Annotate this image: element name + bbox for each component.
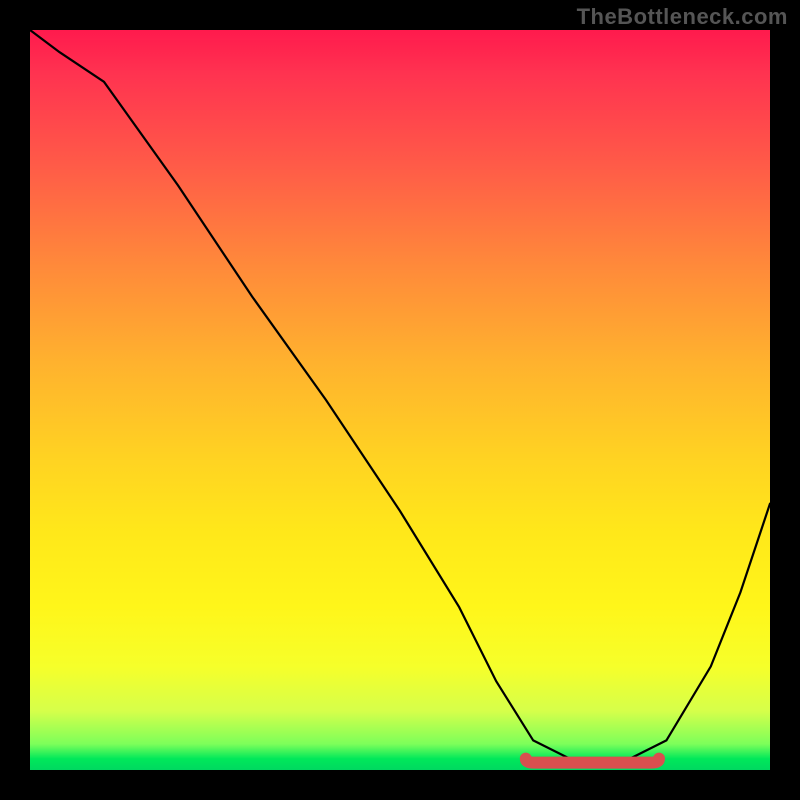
chart-plot-area [30, 30, 770, 770]
chart-svg [30, 30, 770, 770]
bottleneck-curve [30, 30, 770, 763]
watermark-text: TheBottleneck.com [577, 4, 788, 30]
optimal-range-marker [526, 759, 659, 763]
